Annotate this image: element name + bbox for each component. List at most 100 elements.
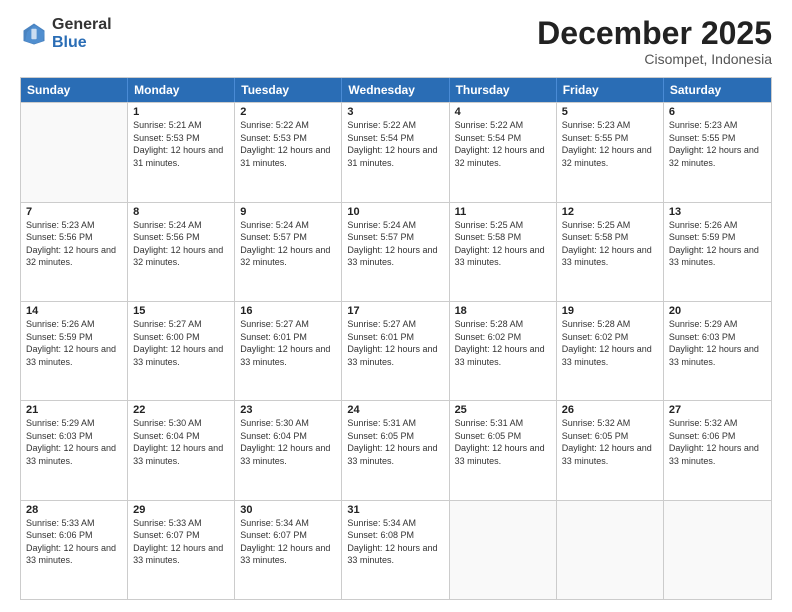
sunrise-text: Sunrise: 5:23 AM [669,120,738,130]
sunrise-text: Sunrise: 5:34 AM [240,518,309,528]
cal-cell-5-1: 28Sunrise: 5:33 AMSunset: 6:06 PMDayligh… [21,501,128,599]
day-info: Sunrise: 5:32 AMSunset: 6:05 PMDaylight:… [562,417,658,467]
sunrise-text: Sunrise: 5:33 AM [133,518,202,528]
cal-header-friday: Friday [557,78,664,102]
daylight-text: Daylight: 12 hours and 32 minutes. [240,245,330,268]
day-number: 2 [240,106,336,118]
sunset-text: Sunset: 6:05 PM [562,431,629,441]
day-info: Sunrise: 5:24 AMSunset: 5:56 PMDaylight:… [133,219,229,269]
day-info: Sunrise: 5:23 AMSunset: 5:55 PMDaylight:… [669,119,766,169]
day-number: 31 [347,504,443,516]
day-info: Sunrise: 5:34 AMSunset: 6:08 PMDaylight:… [347,517,443,567]
cal-cell-4-5: 25Sunrise: 5:31 AMSunset: 6:05 PMDayligh… [450,401,557,499]
sunset-text: Sunset: 5:53 PM [133,133,200,143]
header: General Blue December 2025 Cisompet, Ind… [20,16,772,67]
cal-cell-5-7 [664,501,771,599]
sunrise-text: Sunrise: 5:30 AM [240,418,309,428]
day-number: 22 [133,404,229,416]
sunrise-text: Sunrise: 5:32 AM [562,418,631,428]
sunset-text: Sunset: 6:08 PM [347,530,414,540]
day-info: Sunrise: 5:28 AMSunset: 6:02 PMDaylight:… [562,318,658,368]
cal-cell-2-4: 10Sunrise: 5:24 AMSunset: 5:57 PMDayligh… [342,203,449,301]
logo-general-text: General [52,16,112,34]
sunrise-text: Sunrise: 5:22 AM [455,120,524,130]
logo-icon [20,20,48,48]
daylight-text: Daylight: 12 hours and 33 minutes. [347,245,437,268]
cal-cell-4-1: 21 Sunrise: 5:29 AM Sunset: 6:03 PM Dayligh… [21,401,128,499]
daylight-text: Daylight: 12 hours and 33 minutes. [669,245,759,268]
day-number: 14 [26,305,122,317]
daylight-text: Daylight: 12 hours and 33 minutes. [26,443,116,466]
day-info: Sunrise: 5:25 AM Sunset: 5:58 PM Daylight:… [562,219,658,269]
calendar: SundayMondayTuesdayWednesdayThursdayFrid… [20,77,772,600]
daylight-text: Daylight: 12 hours and 33 minutes. [562,245,652,268]
cal-cell-2-3: 9Sunrise: 5:24 AMSunset: 5:57 PMDaylight… [235,203,342,301]
day-number: 1 [133,106,229,118]
day-number: 16 [240,305,336,317]
cal-cell-5-5 [450,501,557,599]
day-info: Sunrise: 5:21 AMSunset: 5:53 PMDaylight:… [133,119,229,169]
daylight-text: Daylight: 12 hours and 33 minutes. [669,443,759,466]
day-number: 21 [26,404,122,416]
day-info: Sunrise: 5:25 AMSunset: 5:58 PMDaylight:… [455,219,551,269]
sunset-text: Sunset: 5:56 PM [26,232,93,242]
cal-cell-1-5: 4Sunrise: 5:22 AMSunset: 5:54 PMDaylight… [450,103,557,201]
daylight-text: Daylight: 12 hours and 32 minutes. [26,245,116,268]
cal-cell-3-3: 16Sunrise: 5:27 AMSunset: 6:01 PMDayligh… [235,302,342,400]
day-number: 26 [562,404,658,416]
page-title: December 2025 [537,16,772,51]
daylight-text: Daylight: 12 hours and 32 minutes. [669,145,759,168]
day-info: Sunrise: 5:24 AMSunset: 5:57 PMDaylight:… [347,219,443,269]
day-number: 12 [562,206,658,218]
cal-header-saturday: Saturday [664,78,771,102]
daylight-text: Daylight: 12 hours and 33 minutes. [347,344,437,367]
day-info: Sunrise: 5:23 AMSunset: 5:56 PMDaylight:… [26,219,122,269]
day-info: Sunrise: 5:30 AMSunset: 6:04 PMDaylight:… [240,417,336,467]
day-number: 13 [669,206,766,218]
sunset-text: Sunset: 5:53 PM [240,133,307,143]
sunset-text: Sunset: 5:56 PM [133,232,200,242]
day-info: Sunrise: 5:27 AMSunset: 6:01 PMDaylight:… [240,318,336,368]
sunrise-text: Sunrise: 5:29 AM [26,418,95,428]
sunrise-text: Sunrise: 5:25 AM [562,220,631,230]
cal-cell-4-3: 23Sunrise: 5:30 AMSunset: 6:04 PMDayligh… [235,401,342,499]
cal-cell-5-2: 29Sunrise: 5:33 AMSunset: 6:07 PMDayligh… [128,501,235,599]
day-info: Sunrise: 5:29 AMSunset: 6:03 PMDaylight:… [669,318,766,368]
day-info: Sunrise: 5:26 AMSunset: 5:59 PMDaylight:… [669,219,766,269]
day-number: 3 [347,106,443,118]
daylight-text: Daylight: 12 hours and 33 minutes. [26,344,116,367]
cal-cell-3-5: 18Sunrise: 5:28 AMSunset: 6:02 PMDayligh… [450,302,557,400]
cal-cell-1-2: 1Sunrise: 5:21 AMSunset: 5:53 PMDaylight… [128,103,235,201]
daylight-text: Daylight: 12 hours and 33 minutes. [240,344,330,367]
daylight-text: Daylight: 12 hours and 33 minutes. [455,245,545,268]
sunset-text: Sunset: 5:58 PM [562,232,629,242]
sunrise-text: Sunrise: 5:24 AM [240,220,309,230]
cal-cell-1-4: 3Sunrise: 5:22 AMSunset: 5:54 PMDaylight… [342,103,449,201]
sunset-text: Sunset: 6:01 PM [240,332,307,342]
sunrise-text: Sunrise: 5:29 AM [669,319,738,329]
sunset-text: Sunset: 6:02 PM [455,332,522,342]
day-number: 10 [347,206,443,218]
sunset-text: Sunset: 5:59 PM [26,332,93,342]
sunset-text: Sunset: 5:55 PM [562,133,629,143]
cal-header-sunday: Sunday [21,78,128,102]
daylight-text: Daylight: 12 hours and 33 minutes. [26,543,116,566]
cal-cell-4-7: 27Sunrise: 5:32 AMSunset: 6:06 PMDayligh… [664,401,771,499]
sunrise-text: Sunrise: 5:26 AM [26,319,95,329]
cal-cell-5-3: 30Sunrise: 5:34 AMSunset: 6:07 PMDayligh… [235,501,342,599]
sunset-text: Sunset: 6:03 PM [26,431,93,441]
day-info: Sunrise: 5:31 AMSunset: 6:05 PMDaylight:… [347,417,443,467]
cal-cell-2-5: 11Sunrise: 5:25 AMSunset: 5:58 PMDayligh… [450,203,557,301]
day-info: Sunrise: 5:22 AMSunset: 5:53 PMDaylight:… [240,119,336,169]
day-number: 27 [669,404,766,416]
sunrise-text: Sunrise: 5:27 AM [133,319,202,329]
daylight-text: Daylight: 12 hours and 33 minutes. [562,344,652,367]
cal-cell-3-1: 14 Sunrise: 5:26 AM Sunset: 5:59 PM Dayligh… [21,302,128,400]
sunset-text: Sunset: 5:57 PM [240,232,307,242]
sunrise-text: Sunrise: 5:23 AM [562,120,631,130]
day-info: Sunrise: 5:23 AMSunset: 5:55 PMDaylight:… [562,119,658,169]
sunrise-text: Sunrise: 5:25 AM [455,220,524,230]
sunrise-text: Sunrise: 5:22 AM [240,120,309,130]
day-number: 19 [562,305,658,317]
daylight-text: Daylight: 12 hours and 33 minutes. [240,543,330,566]
